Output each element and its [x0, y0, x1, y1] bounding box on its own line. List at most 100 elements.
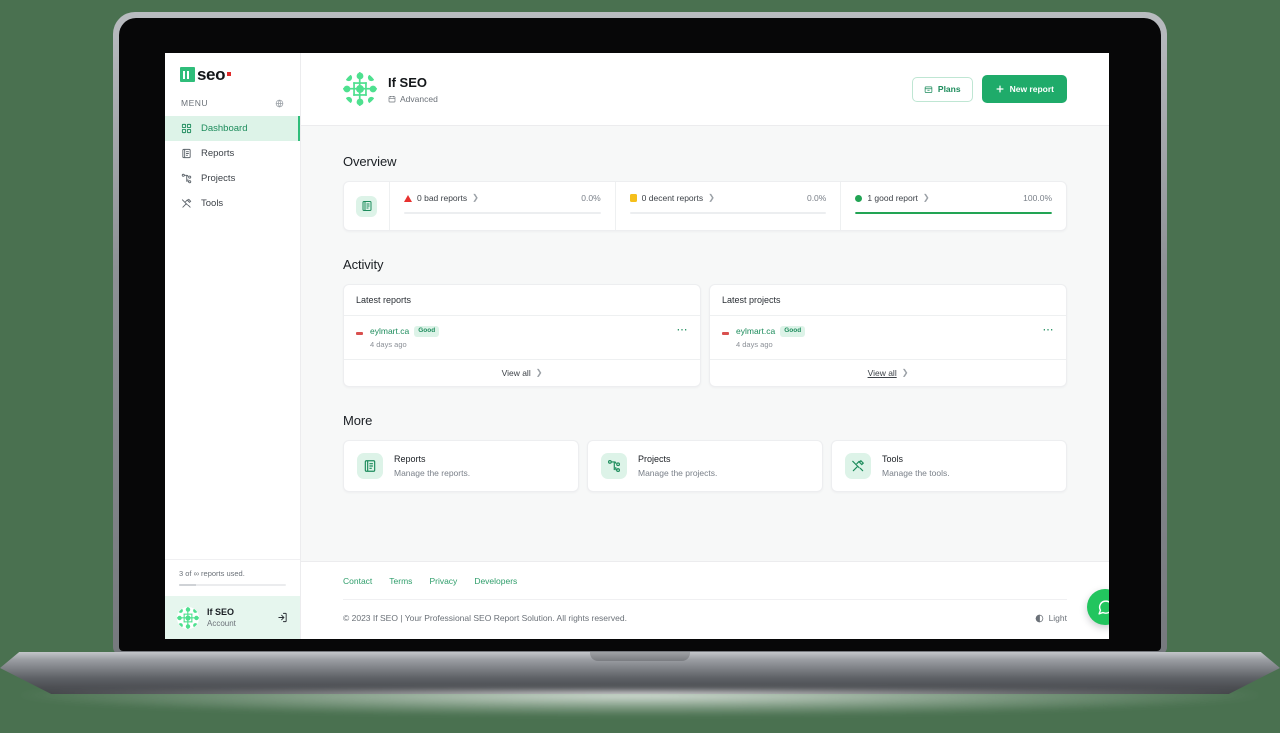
triangle-warning-icon — [404, 194, 412, 202]
laptop-shadow — [20, 690, 1260, 716]
overview-title: Overview — [343, 154, 397, 169]
sidebar-item-projects[interactable]: Projects — [165, 166, 300, 191]
page-title: If SEO — [388, 74, 428, 90]
copyright-text: © 2023 If SEO | Your Professional SEO Re… — [343, 613, 627, 623]
view-all-reports-button[interactable]: View all ❯ — [344, 358, 700, 386]
kebab-icon[interactable]: ⋯ — [1043, 325, 1055, 336]
quota-section: 3 of ∞ reports used. — [165, 559, 300, 596]
sidebar-item-label: Tools — [201, 198, 224, 209]
more-title: More — [343, 412, 373, 428]
list-item[interactable]: eylmart.ca Good 4 days ago ⋯ — [356, 325, 689, 349]
header-text: If SEO Advanced — [388, 75, 438, 104]
list-item-main: eylmart.ca Good 4 days ago — [370, 326, 670, 349]
overview-stat-pct: 0.0% — [806, 193, 827, 203]
overview-stat-label-wrap: 0 decent reports ❯ — [629, 193, 715, 203]
plan-row: Advanced — [388, 94, 438, 104]
account-row[interactable]: If SEO Account — [165, 596, 300, 639]
activity-section: Activity Latest reports eylmart.ca Good … — [343, 257, 1067, 387]
overview-stat-bar — [855, 212, 1053, 214]
circle-good-icon — [855, 194, 863, 202]
overview-stat-row: 0 bad reports ❯ 0.0% — [404, 193, 601, 203]
more-card-title: Projects — [638, 453, 671, 464]
status-badge: Good — [780, 326, 806, 337]
logo-dot-icon — [227, 72, 232, 76]
sitemap-icon — [601, 452, 627, 479]
overview-stat-label-wrap: 1 good report ❯ — [855, 193, 930, 203]
latest-reports-card: Latest reports eylmart.ca Good 4 days ag… — [343, 284, 701, 387]
sidebar-item-reports[interactable]: Reports — [165, 141, 300, 166]
more-card-projects[interactable]: Projects Manage the projects. — [587, 439, 823, 492]
overview-stat-decent[interactable]: 0 decent reports ❯ 0.0% — [616, 182, 842, 230]
overview-stat-label: 0 bad reports — [417, 193, 468, 203]
logo-text: seo — [197, 65, 226, 84]
overview-stat-pct: 0.0% — [581, 193, 601, 203]
theme-toggle[interactable]: Light — [1035, 613, 1067, 623]
card-heading: Latest reports — [344, 285, 700, 316]
footer-link-contact[interactable]: Contact — [343, 576, 372, 586]
list-item-link[interactable]: eylmart.ca — [370, 326, 409, 336]
logout-icon[interactable] — [277, 612, 288, 623]
sidebar-item-tools[interactable]: Tools — [165, 191, 300, 216]
theme-toggle-label: Light — [1048, 613, 1067, 623]
plus-icon — [995, 84, 1005, 94]
footer-link-terms[interactable]: Terms — [389, 576, 412, 586]
favicon-icon — [356, 332, 363, 335]
overview-stat-bad[interactable]: 0 bad reports ❯ 0.0% — [390, 182, 616, 230]
calendar-icon — [388, 95, 396, 103]
card-body: eylmart.ca Good 4 days ago ⋯ — [710, 316, 1066, 359]
footer-link-privacy[interactable]: Privacy — [429, 576, 457, 586]
more-card-reports[interactable]: Reports Manage the reports. — [343, 439, 579, 492]
laptop-mockup: seo MENU Dashboard Reports Projects Tool… — [0, 0, 1280, 733]
square-warning-icon — [629, 194, 637, 202]
overview-stat-row: 1 good report ❯ 100.0% — [855, 193, 1052, 203]
plans-button[interactable]: Plans — [911, 76, 973, 102]
overview-stat-label: 0 decent reports — [641, 193, 704, 203]
main-column: If SEO Advanced Plans New report Overvie… — [301, 53, 1109, 639]
overview-stat-pct: 100.0% — [1023, 193, 1053, 203]
plan-label: Advanced — [400, 93, 438, 104]
app-root: seo MENU Dashboard Reports Projects Tool… — [165, 53, 1109, 639]
status-badge: Good — [414, 326, 440, 337]
avatar — [177, 606, 199, 629]
overview-stat-bar — [404, 212, 601, 214]
quota-label: 3 of ∞ reports used. — [179, 569, 245, 578]
globe-icon[interactable] — [275, 99, 284, 108]
header-identity: If SEO Advanced — [343, 72, 438, 106]
menu-heading-row: MENU — [165, 92, 300, 116]
list-item-link[interactable]: eylmart.ca — [736, 326, 775, 336]
contrast-icon — [1035, 614, 1044, 623]
more-card-title: Reports — [394, 453, 426, 464]
plans-icon — [924, 85, 933, 94]
more-section: More Reports Manage the reports. Project… — [343, 413, 1067, 492]
logo-mark-icon — [180, 67, 195, 82]
overview-stat-bar — [629, 212, 827, 214]
kebab-icon[interactable]: ⋯ — [677, 325, 689, 336]
scroll-body[interactable]: Overview 0 bad reports ❯ 0.0% 0 decent r… — [301, 126, 1109, 639]
report-icon — [357, 452, 383, 479]
page-header: If SEO Advanced Plans New report — [301, 53, 1109, 126]
more-card-title: Tools — [882, 453, 904, 464]
footer-link-developers[interactable]: Developers — [474, 576, 517, 586]
sidebar-item-dashboard[interactable]: Dashboard — [165, 116, 300, 141]
view-all-label: View all — [501, 367, 531, 378]
overview-card: 0 bad reports ❯ 0.0% 0 decent reports ❯ … — [343, 181, 1067, 231]
overview-stat-row: 0 decent reports ❯ 0.0% — [629, 193, 827, 203]
overview-stat-good[interactable]: 1 good report ❯ 100.0% — [841, 182, 1066, 230]
sidebar-item-label: Projects — [201, 173, 236, 184]
workspace-avatar — [343, 72, 377, 106]
new-report-button[interactable]: New report — [981, 75, 1067, 103]
view-all-projects-button[interactable]: View all ❯ — [710, 358, 1066, 386]
page-footer: Contact Terms Privacy Developers © 2023 … — [301, 561, 1109, 639]
list-item-main: eylmart.ca Good 4 days ago — [736, 326, 1036, 349]
laptop-base-notch — [590, 652, 690, 661]
grid-icon — [181, 123, 192, 134]
sidebar-item-label: Reports — [201, 148, 235, 159]
app-logo[interactable]: seo — [165, 53, 300, 92]
account-meta: If SEO Account — [207, 606, 269, 629]
overview-stat-label: 1 good report — [867, 193, 918, 203]
list-item-title-row: eylmart.ca Good — [736, 326, 1036, 337]
list-item[interactable]: eylmart.ca Good 4 days ago ⋯ — [722, 325, 1055, 349]
view-all-label: View all — [867, 367, 897, 378]
more-card-tools[interactable]: Tools Manage the tools. — [831, 439, 1067, 492]
more-card-desc: Manage the projects. — [638, 467, 718, 478]
